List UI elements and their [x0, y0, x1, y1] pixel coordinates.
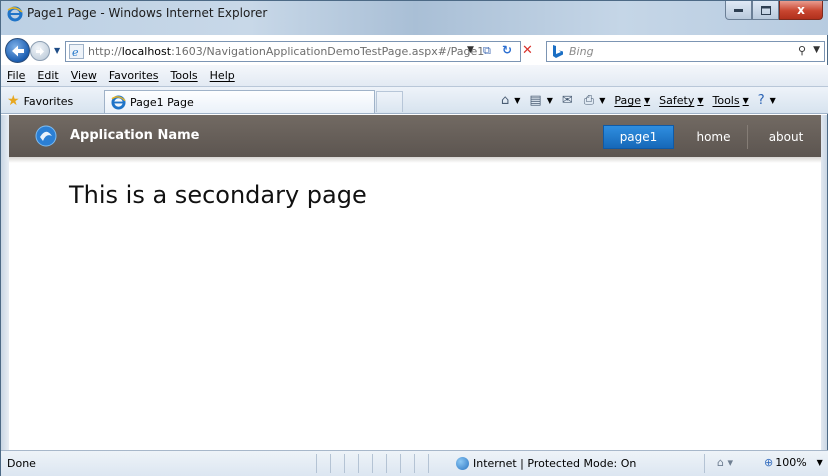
header-shadow	[9, 157, 821, 163]
window-frame-left	[1, 115, 9, 450]
stop-icon[interactable]: ✕	[522, 43, 533, 58]
security-zone[interactable]: Internet | Protected Mode: On	[456, 457, 636, 470]
favorites-label: Favorites	[23, 94, 74, 108]
mail-button[interactable]: ✉	[562, 93, 575, 108]
close-button[interactable]: x	[779, 1, 823, 20]
window-controls: x	[725, 1, 823, 21]
menu-tools[interactable]: Tools	[171, 69, 198, 82]
protected-mode-dropdown-icon[interactable]: ⌂ ▾	[717, 456, 733, 469]
zoom-value: 100%	[775, 456, 807, 469]
internet-explorer-icon	[111, 94, 126, 110]
maximize-icon	[760, 5, 771, 15]
nav-link-home[interactable]: home	[680, 125, 748, 149]
print-button[interactable]: ⎙ ▼	[584, 93, 606, 108]
safety-menu[interactable]: Safety ▼	[659, 94, 703, 107]
new-tab-button[interactable]	[376, 91, 403, 112]
help-icon: ?	[757, 93, 765, 108]
browser-window: Page1 Page - Windows Internet Explorer x…	[0, 0, 828, 476]
bing-icon	[553, 45, 563, 58]
app-logo-icon	[35, 125, 57, 147]
web-page: Application Name page1 home about This i…	[9, 115, 821, 450]
close-icon: x	[797, 3, 805, 17]
mail-icon: ✉	[561, 93, 573, 108]
page-heading: This is a secondary page	[69, 181, 367, 209]
search-box[interactable]: Bing ⚲ ▼	[546, 41, 825, 62]
back-button[interactable]	[5, 38, 30, 63]
status-text: Done	[7, 457, 36, 470]
title-bar: Page1 Page - Windows Internet Explorer x	[1, 1, 828, 35]
menu-help[interactable]: Help	[210, 69, 235, 82]
help-button[interactable]: ? ▼	[758, 93, 776, 108]
svg-text:e: e	[72, 46, 79, 59]
favorites-button[interactable]: ★ Favorites	[7, 93, 73, 109]
security-zone-label: Internet | Protected Mode: On	[473, 457, 637, 470]
status-panels	[316, 454, 442, 473]
refresh-icon[interactable]: ↻	[502, 43, 512, 57]
compatibility-view-icon[interactable]: ⧉	[483, 44, 497, 59]
navigation-bar: ▼ e http://localhost:1603/NavigationAppl…	[1, 35, 828, 65]
status-bar: Done Internet | Protected Mode: On ⌂ ▾ ⊕…	[1, 450, 828, 476]
globe-icon	[456, 457, 469, 470]
page-icon: e	[69, 44, 84, 59]
rss-feed-icon: ▤	[529, 93, 542, 108]
feeds-button[interactable]: ▤ ▼	[529, 93, 552, 108]
menu-file[interactable]: File	[7, 69, 25, 82]
forward-button[interactable]	[30, 41, 50, 61]
arrow-left-icon	[11, 45, 24, 56]
zoom-dropdown-icon[interactable]: ▼	[817, 458, 823, 467]
printer-icon: ⎙	[583, 93, 595, 108]
command-bar: ⌂ ▼ ▤ ▼ ✉ ⎙ ▼ Page ▼ Safety ▼ Tools ▼ ? ▼	[501, 93, 785, 108]
tools-menu[interactable]: Tools ▼	[712, 94, 748, 107]
arrow-right-icon	[36, 47, 44, 55]
search-dropdown-icon[interactable]: ▼	[813, 45, 820, 55]
internet-explorer-icon	[7, 6, 23, 22]
tab-title: Page1 Page	[130, 95, 194, 109]
recent-pages-dropdown-icon[interactable]: ▼	[54, 46, 60, 55]
maximize-button[interactable]	[752, 1, 779, 20]
window-title: Page1 Page - Windows Internet Explorer	[27, 6, 268, 20]
page-menu[interactable]: Page ▼	[614, 94, 650, 107]
url-text[interactable]: http://localhost:1603/NavigationApplicat…	[88, 45, 484, 58]
application-name: Application Name	[70, 128, 200, 143]
zoom-icon: ⊕	[764, 456, 774, 469]
minimize-icon	[734, 8, 743, 12]
app-navigation: page1 home about	[603, 125, 821, 149]
app-header: Application Name page1 home about	[9, 115, 821, 157]
address-dropdown-icon[interactable]: ▼	[467, 45, 474, 55]
home-button[interactable]: ⌂ ▼	[501, 93, 520, 108]
menu-edit[interactable]: Edit	[37, 69, 58, 82]
menu-view[interactable]: View	[71, 69, 97, 82]
search-placeholder[interactable]: Bing	[569, 45, 594, 58]
tab-page1[interactable]: Page1 Page	[104, 90, 375, 113]
menu-bar: File Edit View Favorites Tools Help	[1, 65, 828, 87]
favorites-bar: ★ Favorites Page1 Page ⌂ ▼ ▤ ▼ ✉ ⎙ ▼ Page ▼ …	[1, 87, 828, 114]
nav-link-page1[interactable]: page1	[603, 125, 674, 149]
star-icon: ★	[7, 93, 20, 109]
menu-favorites[interactable]: Favorites	[109, 69, 159, 82]
zoom-level[interactable]: ⊕ 100% ▼	[764, 456, 823, 469]
nav-link-about[interactable]: about	[754, 125, 818, 149]
home-icon: ⌂	[501, 93, 510, 108]
status-divider	[704, 454, 705, 473]
minimize-button[interactable]	[725, 1, 752, 20]
search-icon[interactable]: ⚲	[798, 44, 806, 57]
address-bar[interactable]: e http://localhost:1603/NavigationApplic…	[65, 41, 533, 62]
